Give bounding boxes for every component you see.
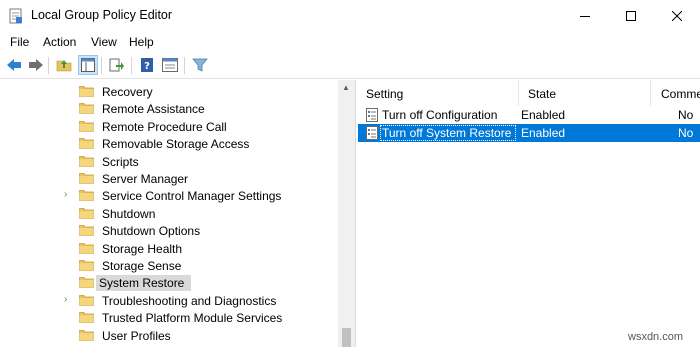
setting-state: Enabled <box>521 108 566 122</box>
tree-item[interactable]: Storage Sense <box>0 257 340 274</box>
close-button[interactable] <box>654 0 700 31</box>
list-row[interactable]: Turn off System Restore Enabled No <box>358 124 700 142</box>
svg-text:?: ? <box>144 61 150 72</box>
back-arrow-icon <box>7 59 21 71</box>
tree-item[interactable]: Storage Health <box>0 240 340 257</box>
menu-file[interactable]: File <box>10 35 29 49</box>
up-folder-icon <box>56 60 72 72</box>
forward-button[interactable] <box>26 55 46 75</box>
tree-item[interactable]: Remote Procedure Call <box>0 118 340 135</box>
tree-item-label: Troubleshooting and Diagnostics <box>102 293 277 308</box>
close-icon <box>672 10 682 21</box>
export-list-button[interactable] <box>107 55 127 75</box>
tree-item[interactable]: Shutdown Options <box>0 222 340 239</box>
tree-item-label: Scripts <box>102 154 139 169</box>
export-list-icon <box>109 58 124 72</box>
setting-state: Enabled <box>521 126 566 140</box>
setting-name: Turn off System Restore <box>382 126 512 140</box>
policy-setting-icon <box>366 126 378 140</box>
window-title: Local Group Policy Editor <box>31 8 173 22</box>
policy-setting-icon <box>366 108 378 122</box>
maximize-button[interactable] <box>608 0 654 31</box>
chevron-right-icon[interactable]: › <box>64 294 67 305</box>
properties-icon <box>162 58 178 72</box>
column-header-comment[interactable]: Comme <box>661 80 700 106</box>
toolbar: ? <box>0 52 700 79</box>
setting-name: Turn off Configuration <box>382 108 498 122</box>
folder-icon <box>79 329 94 341</box>
folder-icon <box>79 155 94 167</box>
folder-icon <box>79 311 94 324</box>
filter-button[interactable] <box>190 55 210 75</box>
tree-item-label: Recovery <box>102 85 153 99</box>
tree-item[interactable]: System Restore <box>0 274 340 292</box>
tree-item-label: Shutdown Options <box>102 224 201 239</box>
show-hide-tree-button[interactable] <box>78 55 98 75</box>
tree-item-label: Trusted Platform Module Services <box>102 311 283 326</box>
folder-icon <box>79 207 94 219</box>
menu-bar: File Action View Help <box>0 31 700 52</box>
tree-item-label: Removable Storage Access <box>102 137 250 152</box>
show-hide-tree-icon <box>81 58 95 72</box>
minimize-icon <box>580 15 590 17</box>
tree-item-label: Remote Assistance <box>102 102 205 117</box>
tree-item[interactable]: Shutdown <box>0 205 340 222</box>
tree-item-label: Service Control Manager Settings <box>102 189 282 204</box>
folder-icon <box>79 137 94 150</box>
folder-icon <box>79 172 94 184</box>
column-header-setting[interactable]: Setting <box>366 80 403 106</box>
column-header-state[interactable]: State <box>528 80 556 106</box>
tree-item[interactable]: Recovery <box>0 83 340 100</box>
help-button[interactable]: ? <box>137 55 157 75</box>
scrollbar-thumb[interactable] <box>342 328 351 347</box>
help-icon: ? <box>141 58 153 72</box>
menu-view[interactable]: View <box>91 35 117 49</box>
folder-icon <box>79 259 94 271</box>
policy-editor-icon <box>9 8 23 24</box>
menu-action[interactable]: Action <box>43 35 76 49</box>
properties-button[interactable] <box>160 55 180 75</box>
setting-comment: No <box>678 108 694 122</box>
forward-arrow-icon <box>29 59 43 71</box>
folder-icon <box>79 102 94 115</box>
tree-item[interactable]: Scripts <box>0 153 340 170</box>
settings-list-pane: Setting State Comme Turn off Configurati… <box>358 80 700 347</box>
folder-icon <box>79 224 94 237</box>
tree-item-label: Server Manager <box>102 172 189 186</box>
title-bar: Local Group Policy Editor <box>0 0 700 31</box>
folder-icon <box>79 276 94 289</box>
folder-icon <box>79 189 94 202</box>
back-button[interactable] <box>4 55 24 75</box>
maximize-icon <box>626 10 636 21</box>
tree-item-label: Storage Health <box>102 241 183 256</box>
list-row[interactable]: Turn off Configuration Enabled No <box>358 106 700 124</box>
folder-icon <box>79 294 94 306</box>
folder-icon <box>79 120 94 132</box>
setting-comment: No <box>678 126 694 140</box>
tree-item[interactable]: › Service Control Manager Settings <box>0 187 340 204</box>
scroll-up-icon[interactable]: ▲ <box>342 83 350 92</box>
menu-help[interactable]: Help <box>129 35 154 49</box>
tree-item[interactable]: › Troubleshooting and Diagnostics <box>0 292 340 309</box>
up-one-level-button[interactable] <box>54 55 74 75</box>
filter-icon <box>192 58 208 72</box>
tree-item[interactable]: Server Manager <box>0 170 340 187</box>
tree-item[interactable]: Trusted Platform Module Services <box>0 309 340 326</box>
folder-icon <box>79 242 94 254</box>
tree-item-label: Shutdown <box>102 206 156 221</box>
tree-item-label: Storage Sense <box>102 259 182 273</box>
tree-pane: Recovery Remote Assistance Remote Procedur… <box>0 80 356 347</box>
tree-item[interactable]: Removable Storage Access <box>0 135 340 152</box>
tree-vertical-scrollbar[interactable]: ▲ <box>338 80 355 347</box>
tree-item-label: User Profiles <box>102 328 171 343</box>
tree-item-label: System Restore <box>96 275 192 292</box>
watermark: wsxdn.com <box>628 331 684 343</box>
tree-item[interactable]: User Profiles <box>0 327 340 344</box>
minimize-button[interactable] <box>562 0 608 31</box>
tree-item-label: Remote Procedure Call <box>102 119 227 134</box>
folder-icon <box>79 85 94 97</box>
chevron-right-icon[interactable]: › <box>64 189 67 200</box>
tree-item[interactable]: Remote Assistance <box>0 100 340 117</box>
